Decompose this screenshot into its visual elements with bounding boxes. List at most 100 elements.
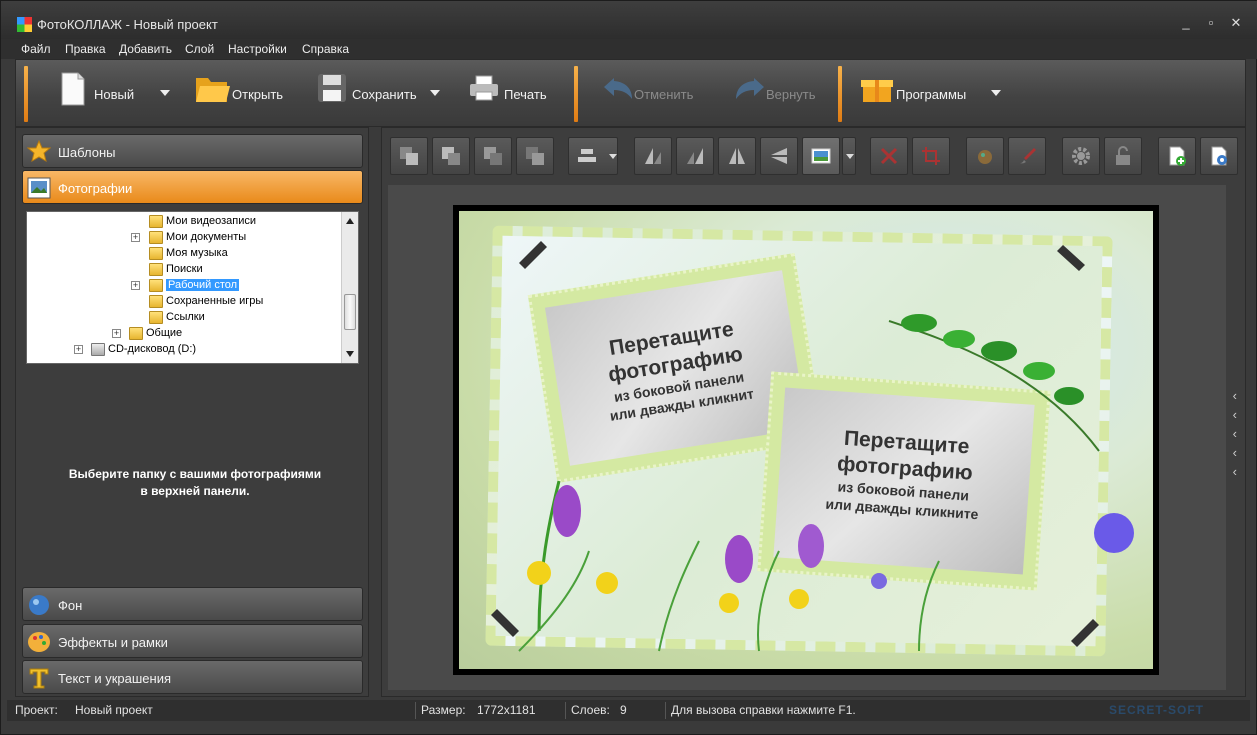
tree-item-label: CD-дисковод (D:): [108, 343, 197, 355]
flip-vertical-icon: [771, 148, 787, 164]
send-to-back-button[interactable]: [516, 137, 554, 175]
tree-scrollbar[interactable]: [341, 212, 358, 363]
tree-item-label: Моя музыка: [166, 247, 228, 259]
tree-expand-icon[interactable]: +: [131, 233, 140, 242]
photos-label: Фотографии: [58, 181, 133, 196]
add-page-button[interactable]: [1158, 137, 1196, 175]
delete-button[interactable]: [870, 137, 908, 175]
flip-vertical-button[interactable]: [760, 137, 798, 175]
folder-icon: [149, 215, 163, 228]
rotate-right-button[interactable]: [676, 137, 714, 175]
bring-to-front-button[interactable]: [390, 137, 428, 175]
new-page-plus-icon: [1169, 146, 1186, 166]
effects-panel-header[interactable]: Эффекты и рамки: [22, 624, 363, 658]
image-fit-icon: [811, 148, 831, 164]
tree-expand-icon[interactable]: +: [112, 329, 121, 338]
page-settings-button[interactable]: [1200, 137, 1238, 175]
toolbar-separator: [838, 66, 842, 122]
folder-icon: [129, 327, 143, 340]
collage-canvas[interactable]: Перетащите фотографию из боковой панели …: [453, 205, 1159, 675]
programs-label: Программы: [896, 87, 967, 102]
cd-drive-icon: [91, 343, 105, 356]
brush-button[interactable]: [1008, 137, 1046, 175]
templates-panel-header[interactable]: Шаблоны: [22, 134, 363, 168]
bring-forward-button[interactable]: [432, 137, 470, 175]
photo-icon: [27, 177, 51, 199]
rotate-left-icon: [645, 148, 661, 164]
layers-label: Слоев:: [571, 703, 610, 717]
photos-panel-header[interactable]: Фотографии: [22, 170, 363, 204]
new-label: Новый: [94, 87, 135, 102]
scroll-thumb[interactable]: [344, 294, 356, 330]
redo-button[interactable]: Вернуть: [732, 60, 842, 128]
undo-button[interactable]: Отменить: [598, 60, 708, 128]
fit-dropdown[interactable]: [842, 137, 856, 175]
flip-horizontal-icon: [729, 148, 745, 164]
window-title: ФотоКОЛЛАЖ - Новый проект: [37, 17, 218, 32]
rotate-right-icon: [687, 148, 703, 164]
tree-item-label: Ссылки: [166, 311, 205, 323]
text-panel-header[interactable]: Текст и украшения: [22, 660, 363, 694]
tree-item-label: Мои видеозаписи: [166, 215, 257, 227]
new-button[interactable]: Новый: [56, 60, 172, 128]
leaf-vine-decoration: [888, 314, 1100, 452]
folder-icon: [149, 295, 163, 308]
menu-add[interactable]: Добавить: [119, 42, 172, 56]
programs-button[interactable]: Программы: [860, 60, 1001, 128]
tree-item-label: Мои документы: [166, 231, 247, 243]
align-button[interactable]: [568, 137, 618, 175]
close-button[interactable]: ✕: [1228, 15, 1244, 31]
save-label: Сохранить: [352, 87, 417, 102]
menu-help[interactable]: Справка: [302, 42, 349, 56]
menu-layer[interactable]: Слой: [185, 42, 214, 56]
menu-edit[interactable]: Правка: [65, 42, 106, 56]
redo-label: Вернуть: [766, 87, 816, 102]
tree-item-label: Поиски: [166, 263, 203, 275]
print-button[interactable]: Печать: [466, 60, 556, 128]
chevron-down-icon[interactable]: [430, 90, 440, 96]
scroll-down-icon[interactable]: [346, 351, 354, 357]
tree-expand-icon[interactable]: +: [131, 281, 140, 290]
background-panel-header[interactable]: Фон: [22, 587, 363, 621]
status-divider: [565, 702, 566, 719]
folder-icon: [149, 247, 163, 260]
lock-icon: [1116, 146, 1130, 165]
chevron-down-icon[interactable]: [991, 90, 1001, 96]
editor-area: Перетащите фотографию из боковой панели …: [381, 127, 1246, 697]
crop-icon: [922, 147, 940, 165]
flip-horizontal-button[interactable]: [718, 137, 756, 175]
tree-expand-icon[interactable]: +: [74, 345, 83, 354]
chevron-down-icon: [846, 154, 854, 159]
photo-corner-clip: [1071, 619, 1099, 647]
open-button[interactable]: Открыть: [192, 60, 302, 128]
chevron-down-icon[interactable]: [160, 90, 170, 96]
minimize-button[interactable]: _: [1178, 15, 1194, 31]
folder-icon: [149, 231, 163, 244]
crop-button[interactable]: [912, 137, 950, 175]
save-button[interactable]: Сохранить: [314, 60, 444, 128]
collage-background: Перетащите фотографию из боковой панели …: [459, 211, 1153, 669]
scroll-up-icon[interactable]: [346, 218, 354, 224]
canvas-viewport: Перетащите фотографию из боковой панели …: [388, 185, 1226, 690]
menu-settings[interactable]: Настройки: [228, 42, 287, 56]
settings-button[interactable]: [1062, 137, 1100, 175]
send-backward-button[interactable]: [474, 137, 512, 175]
fit-button[interactable]: [802, 137, 840, 175]
toolbar-separator: [574, 66, 578, 122]
main-toolbar: Новый Открыть Сохранить Печать Отменить …: [15, 59, 1246, 127]
maximize-button[interactable]: ▫: [1203, 15, 1219, 31]
menu-file[interactable]: Файл: [21, 42, 51, 56]
paint-drop-icon: [29, 595, 49, 615]
chevron-down-icon[interactable]: [609, 154, 617, 159]
rotate-left-button[interactable]: [634, 137, 672, 175]
collapse-side-panel-arrows[interactable]: ‹ ‹ ‹ ‹ ‹: [1233, 386, 1237, 481]
layer-front-icon: [400, 147, 418, 165]
color-effects-button[interactable]: [966, 137, 1004, 175]
folder-icon: [149, 263, 163, 276]
brush-icon: [1020, 148, 1036, 164]
folder-tree[interactable]: Мои видеозаписи + Мои документы Моя музы…: [26, 211, 359, 364]
star-icon: [27, 140, 51, 163]
photo-corner-clip: [491, 609, 519, 637]
text-t-icon: [29, 668, 49, 689]
lock-button[interactable]: [1104, 137, 1142, 175]
